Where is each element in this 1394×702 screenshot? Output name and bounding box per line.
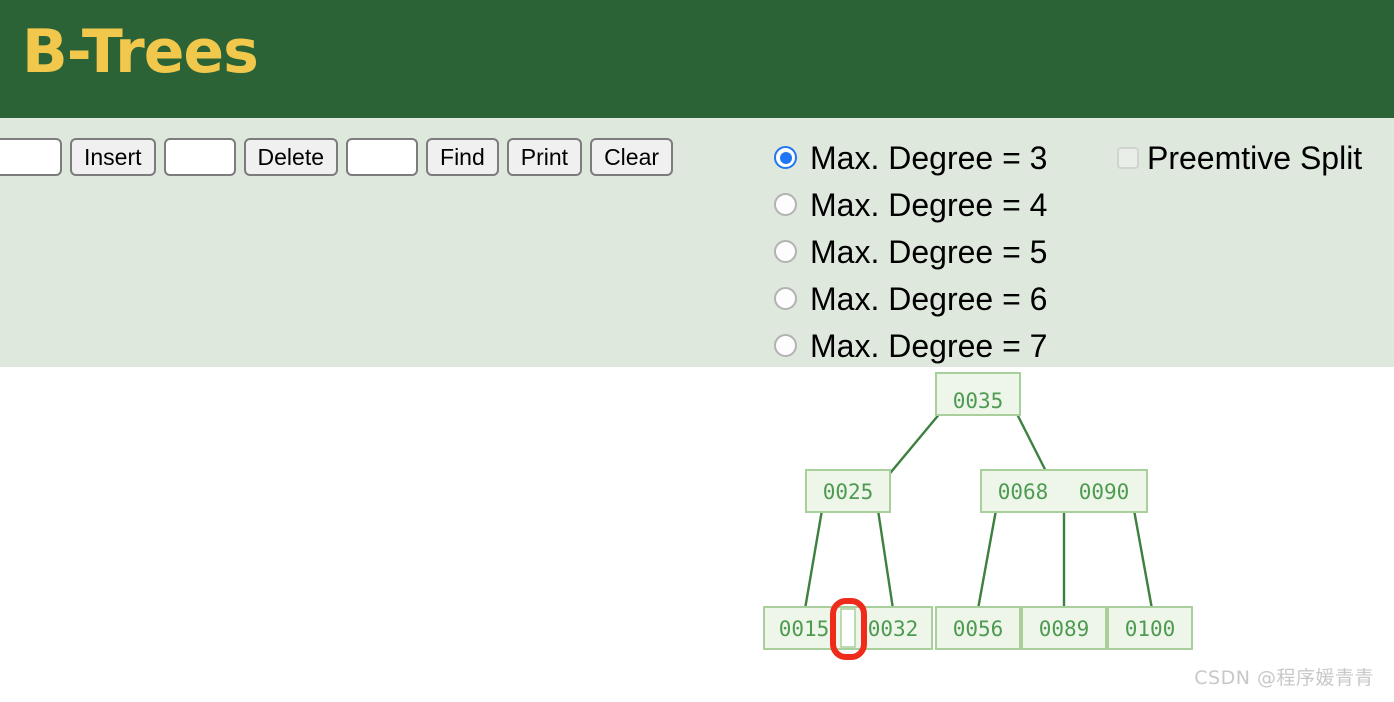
checkbox-icon-preemptive-split[interactable] [1117, 146, 1139, 169]
node-key-leaf-1-0: 0056 [953, 617, 1004, 641]
radio-icon-degree-5[interactable] [774, 240, 797, 263]
find-input[interactable] [346, 138, 419, 176]
node-key-l2-0-0: 0025 [823, 480, 874, 504]
preemptive-split-option[interactable]: Preemtive Split [1117, 134, 1362, 181]
tree-node-leaf-1[interactable]: 0056 [935, 606, 1021, 650]
tree-node-leaf-3[interactable]: 0100 [1107, 606, 1193, 650]
node-key-l2-1-0: 0068 [998, 480, 1049, 504]
toolbar: Insert Delete Find Print Clear [0, 137, 674, 177]
radio-icon-degree-4[interactable] [774, 193, 797, 216]
edge-n25-to-l1b [876, 509, 895, 610]
control-panel: Insert Delete Find Print Clear Max. Degr… [0, 118, 1394, 367]
edge-n90-to-l4 [1132, 509, 1154, 610]
max-degree-radio-group: Max. Degree = 3 Max. Degree = 4 Max. Deg… [774, 134, 1114, 369]
radio-label-degree-3: Max. Degree = 3 [810, 139, 1048, 176]
find-button[interactable]: Find [426, 138, 499, 176]
watermark: CSDN @程序媛青青 [1194, 667, 1374, 689]
node-key-leaf-0-2: 0032 [868, 617, 919, 641]
radio-label-degree-6: Max. Degree = 6 [810, 280, 1048, 317]
edge-n68-to-l2 [976, 509, 998, 610]
insert-button[interactable]: Insert [70, 138, 156, 176]
node-key-l2-1-1: 0090 [1079, 480, 1130, 504]
radio-label-degree-7: Max. Degree = 7 [810, 327, 1048, 364]
tree-node-root[interactable]: 0035 [935, 372, 1021, 416]
page-title: B-Trees [22, 17, 259, 87]
tree-node-l2-1[interactable]: 0068 0090 [980, 469, 1148, 513]
delete-button[interactable]: Delete [243, 138, 339, 176]
radio-option-degree-7[interactable]: Max. Degree = 7 [774, 322, 1114, 369]
insert-input[interactable] [0, 138, 62, 176]
radio-option-degree-4[interactable]: Max. Degree = 4 [774, 181, 1114, 228]
radio-icon-degree-6[interactable] [774, 287, 797, 310]
radio-icon-degree-7[interactable] [774, 334, 797, 357]
tree-node-leaf-0[interactable]: 0015 0032 [763, 598, 933, 660]
app-header: B-Trees [0, 0, 1394, 118]
node-key-root-0: 0035 [953, 389, 1004, 413]
node-key-leaf-3-0: 0100 [1125, 617, 1176, 641]
node-empty-cell-leaf-0-1 [840, 608, 856, 648]
edge-n25-to-l1a [803, 509, 824, 610]
tree-node-leaf-2[interactable]: 0089 [1021, 606, 1107, 650]
radio-option-degree-3[interactable]: Max. Degree = 3 [774, 134, 1114, 181]
radio-option-degree-5[interactable]: Max. Degree = 5 [774, 228, 1114, 275]
radio-option-degree-6[interactable]: Max. Degree = 6 [774, 275, 1114, 322]
radio-label-degree-4: Max. Degree = 4 [810, 186, 1048, 223]
radio-label-degree-5: Max. Degree = 5 [810, 233, 1048, 270]
print-button[interactable]: Print [506, 138, 583, 176]
radio-icon-degree-3[interactable] [774, 146, 797, 169]
node-key-leaf-0-0: 0015 [779, 617, 830, 641]
tree-node-l2-0[interactable]: 0025 [805, 469, 891, 513]
tree-visualization-canvas[interactable]: 0035 0025 0068 0090 0015 0032 0056 0089 … [0, 367, 1394, 702]
preemptive-split-label: Preemtive Split [1147, 139, 1363, 176]
btree-diagram: 0035 0025 0068 0090 0015 0032 0056 0089 … [763, 372, 1193, 660]
node-key-leaf-2-0: 0089 [1039, 617, 1090, 641]
delete-input[interactable] [163, 138, 236, 176]
clear-button[interactable]: Clear [590, 138, 674, 176]
